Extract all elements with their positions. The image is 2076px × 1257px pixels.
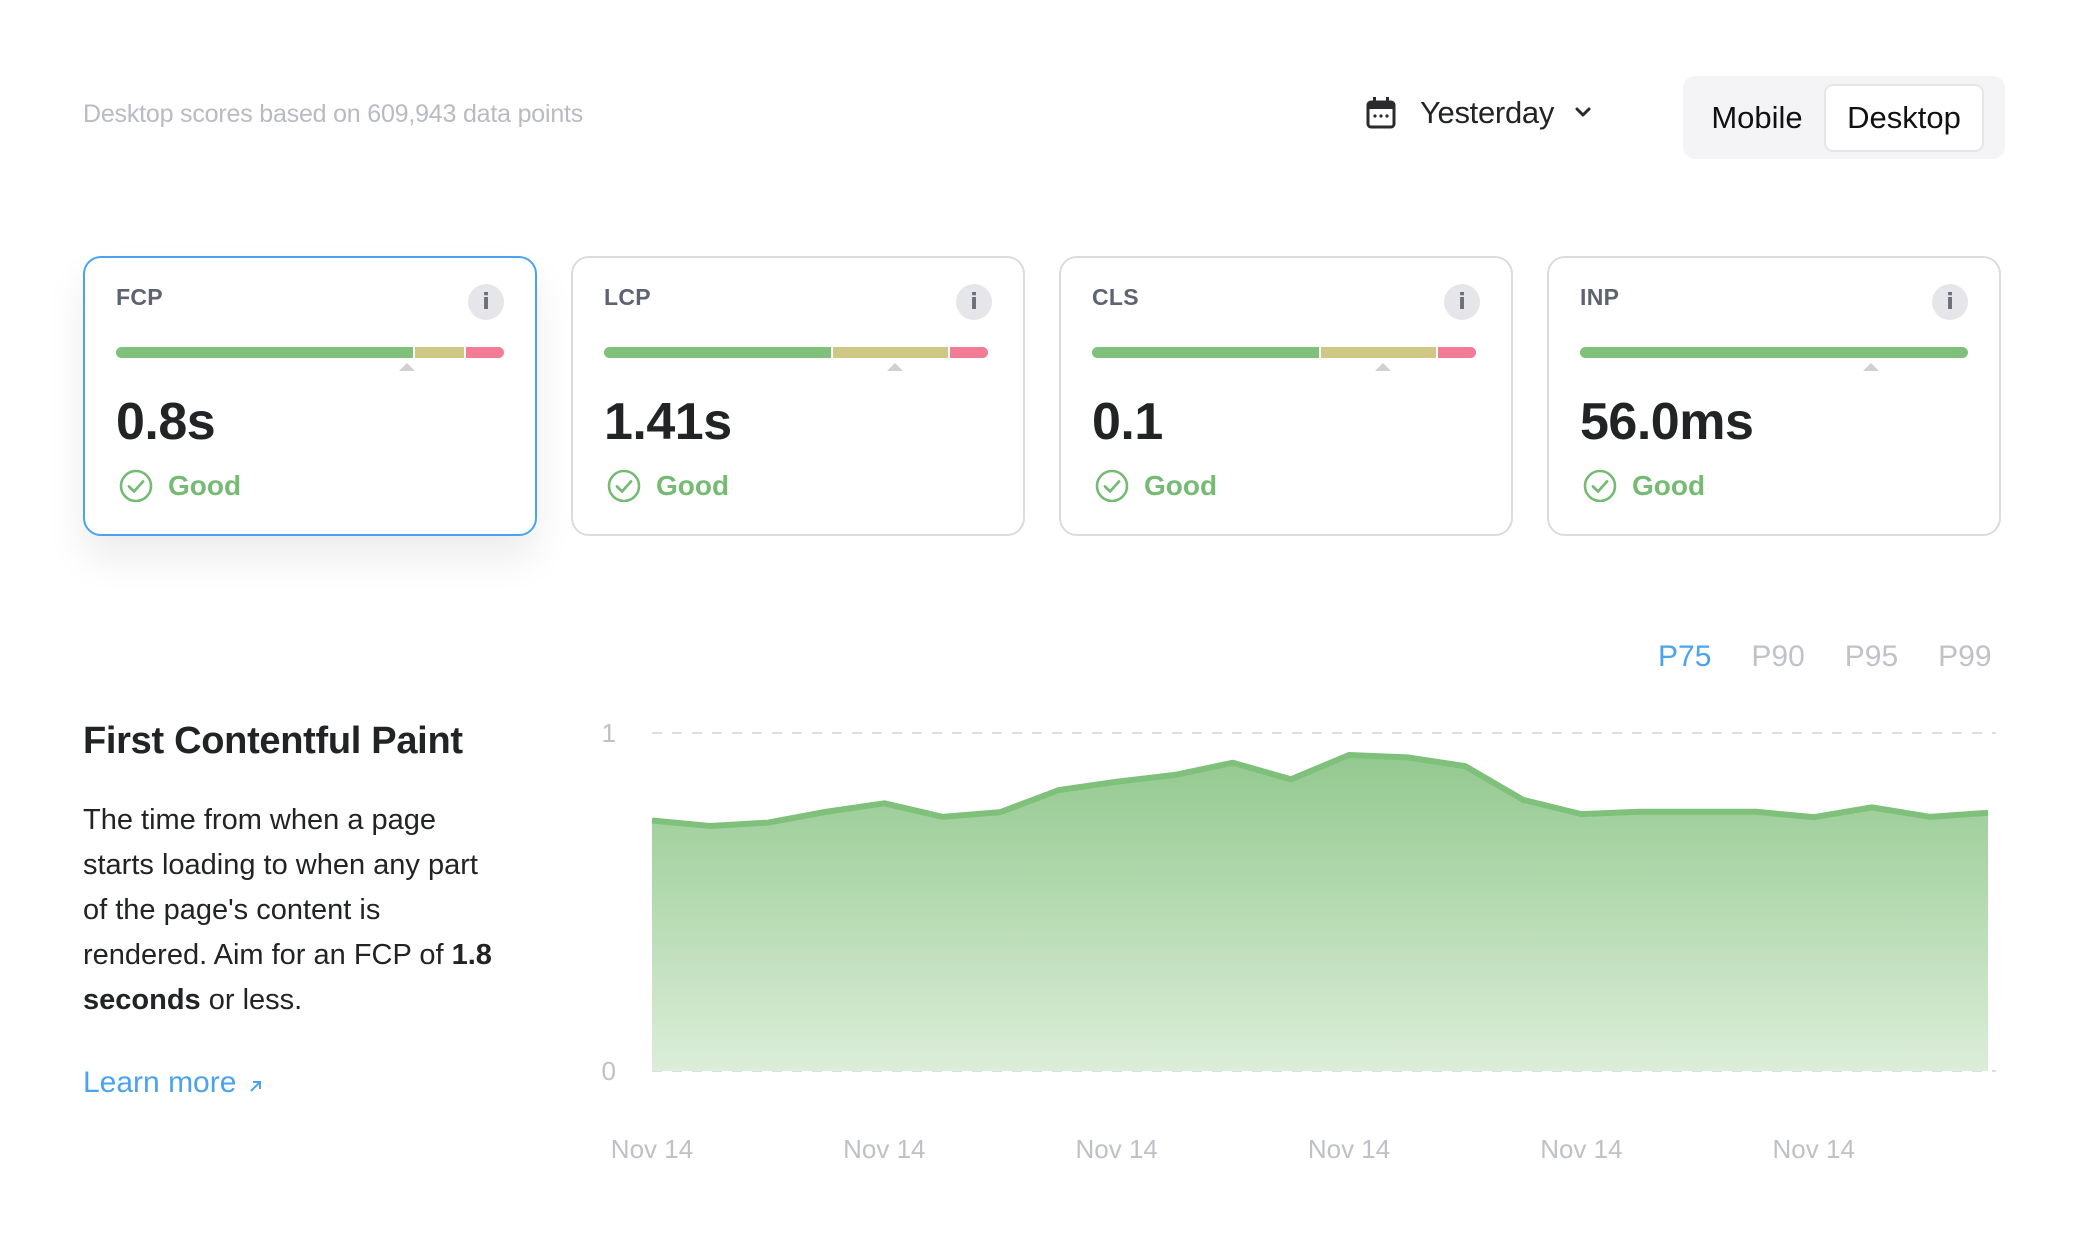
metric-value: 56.0ms bbox=[1580, 393, 1754, 451]
device-option-desktop[interactable]: Desktop bbox=[1824, 84, 1984, 152]
area-fill bbox=[652, 754, 1988, 1071]
status-badge: Good bbox=[1583, 469, 1705, 503]
check-circle-icon bbox=[119, 469, 153, 503]
check-circle-icon bbox=[1583, 469, 1617, 503]
info-button[interactable]: i bbox=[956, 284, 992, 320]
percentile-marker-icon bbox=[887, 363, 903, 371]
percentile-tab-p99[interactable]: P99 bbox=[1938, 640, 1991, 674]
percentile-tab-p90[interactable]: P90 bbox=[1751, 640, 1804, 674]
x-tick-label: Nov 14 bbox=[611, 1134, 693, 1164]
metric-detail-title: First Contentful Paint bbox=[83, 720, 463, 762]
metric-name: INP bbox=[1580, 284, 1620, 310]
chevron-down-icon bbox=[1575, 107, 1591, 117]
series-line-p75 bbox=[651, 751, 1989, 829]
date-range-label: Yesterday bbox=[1420, 95, 1555, 130]
fcp-area-chart: 0 1 Nov 14 Nov 14 Nov 14 Nov 14 Nov 14 Nov 14 bbox=[602, 718, 1996, 1164]
distribution-poor-segment bbox=[949, 347, 989, 358]
date-range-dropdown[interactable]: Yesterday bbox=[1366, 93, 1592, 133]
metric-name: CLS bbox=[1092, 284, 1139, 310]
metric-value: 0.1 bbox=[1092, 393, 1163, 451]
info-icon: i bbox=[1458, 289, 1466, 315]
description-text: The time from when a page starts loading… bbox=[83, 804, 478, 971]
info-icon: i bbox=[1946, 289, 1954, 315]
data-points-subtitle: Desktop scores based on 609,943 data poi… bbox=[83, 100, 584, 128]
status-label: Good bbox=[168, 470, 242, 501]
distribution-needs-improvement-segment bbox=[1320, 347, 1436, 358]
percentile-tab-p95[interactable]: P95 bbox=[1845, 640, 1898, 674]
check-circle-icon bbox=[1095, 469, 1129, 503]
status-label: Good bbox=[1632, 470, 1706, 501]
device-option-mobile[interactable]: Mobile bbox=[1691, 84, 1823, 152]
percentile-tabs: P75 P90 P95 P99 bbox=[1658, 640, 1992, 674]
distribution-poor-segment bbox=[1437, 347, 1477, 358]
distribution-needs-improvement-segment bbox=[832, 347, 948, 358]
learn-more-link[interactable]: Learn more bbox=[83, 1066, 264, 1100]
status-label: Good bbox=[1144, 470, 1218, 501]
metric-card-lcp[interactable]: LCP i 1.41s Good bbox=[571, 256, 1025, 536]
x-tick-label: Nov 14 bbox=[1773, 1134, 1855, 1164]
distribution-poor-segment bbox=[466, 347, 504, 358]
metric-description: The time from when a page starts loading… bbox=[83, 798, 503, 1023]
x-tick-label: Nov 14 bbox=[843, 1134, 925, 1164]
description-end: or less. bbox=[200, 984, 303, 1016]
metric-name: LCP bbox=[604, 284, 651, 310]
distribution-needs-improvement-segment bbox=[415, 347, 465, 358]
distribution-bar bbox=[1092, 347, 1480, 358]
x-tick-label: Nov 14 bbox=[1308, 1134, 1390, 1164]
info-button[interactable]: i bbox=[1444, 284, 1480, 320]
x-tick-label: Nov 14 bbox=[1540, 1134, 1622, 1164]
metric-card-cls[interactable]: CLS i 0.1 Good bbox=[1059, 256, 1513, 536]
status-badge: Good bbox=[1095, 469, 1217, 503]
percentile-tab-p75[interactable]: P75 bbox=[1658, 640, 1711, 674]
metric-value: 1.41s bbox=[604, 393, 732, 451]
percentile-marker-icon bbox=[1375, 363, 1391, 371]
distribution-good-segment bbox=[604, 347, 831, 358]
distribution-bar bbox=[604, 347, 992, 358]
device-toggle: Mobile Desktop bbox=[1683, 76, 2005, 159]
info-button[interactable]: i bbox=[468, 284, 504, 320]
info-button[interactable]: i bbox=[1932, 284, 1968, 320]
metric-card-inp[interactable]: INP i 56.0ms Good bbox=[1547, 256, 2001, 536]
percentile-marker-icon bbox=[1863, 363, 1879, 371]
status-badge: Good bbox=[119, 469, 241, 503]
check-circle-icon bbox=[607, 469, 641, 503]
learn-more-label: Learn more bbox=[83, 1066, 237, 1099]
y-tick-label: 1 bbox=[602, 718, 616, 748]
x-tick-label: Nov 14 bbox=[1076, 1134, 1158, 1164]
status-badge: Good bbox=[607, 469, 729, 503]
info-icon: i bbox=[970, 289, 978, 315]
percentile-marker-icon bbox=[399, 363, 415, 371]
distribution-good-segment bbox=[1092, 347, 1319, 358]
arrow-up-right-icon bbox=[250, 1081, 262, 1092]
metric-value: 0.8s bbox=[116, 393, 216, 451]
distribution-good-segment bbox=[116, 347, 414, 358]
metric-name: FCP bbox=[116, 284, 163, 310]
metric-card-fcp[interactable]: FCP i 0.8s Good bbox=[83, 256, 537, 536]
calendar-icon bbox=[1366, 97, 1396, 129]
distribution-bar bbox=[116, 347, 504, 358]
distribution-bar bbox=[1580, 347, 1968, 358]
status-label: Good bbox=[656, 470, 730, 501]
info-icon: i bbox=[482, 289, 490, 315]
y-tick-label: 0 bbox=[602, 1056, 616, 1086]
distribution-good-segment bbox=[1580, 347, 1968, 358]
